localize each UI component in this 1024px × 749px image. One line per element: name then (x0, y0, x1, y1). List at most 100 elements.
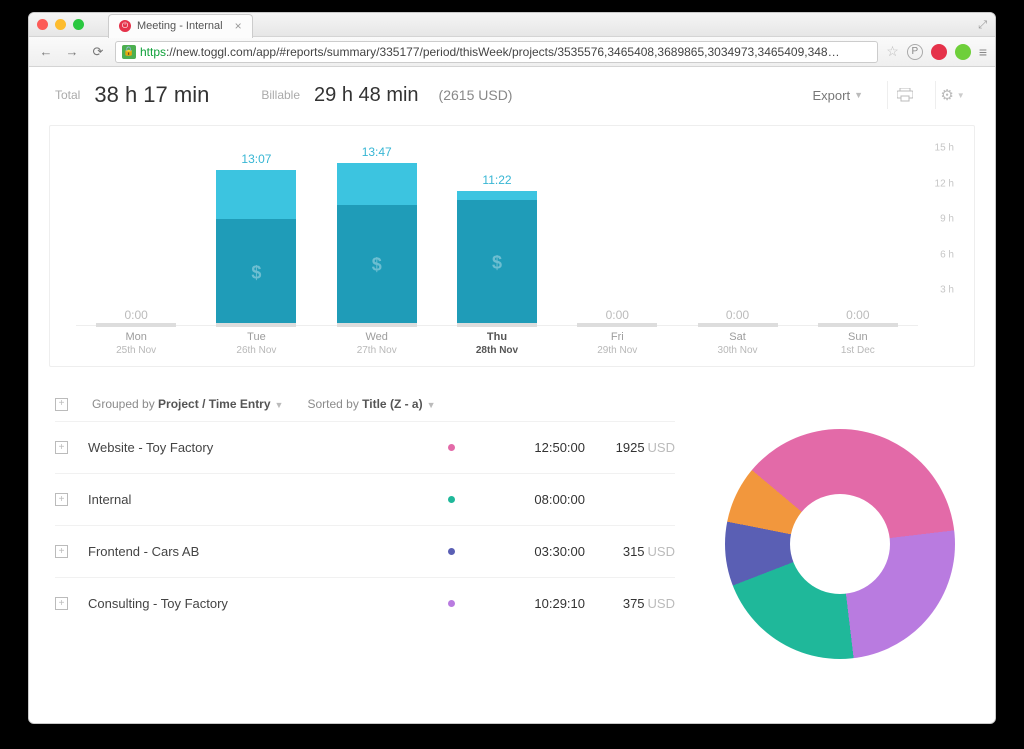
project-color-dot (448, 444, 455, 451)
window-titlebar: ⏻ Meeting - Internal × ⤢ (29, 13, 995, 37)
export-label: Export (813, 88, 851, 103)
day-name: Tue (196, 330, 316, 344)
day-name: Sun (798, 330, 918, 344)
x-axis-tick (76, 323, 196, 327)
bookmark-star-icon[interactable]: ☆ (886, 43, 899, 60)
day-date: 25th Nov (76, 344, 196, 358)
tab-close-icon[interactable]: × (235, 19, 242, 33)
table-row: +Internal08:00:00 (55, 473, 675, 525)
day-name: Wed (317, 330, 437, 344)
y-axis-tick: 15 h (935, 143, 954, 154)
day-date: 1st Dec (798, 344, 918, 358)
bar-column: 0:00 (76, 148, 196, 326)
bar-column: 0:00 (798, 148, 918, 326)
expand-row-button[interactable]: + (55, 493, 68, 506)
project-name: Frontend - Cars AB (88, 544, 448, 559)
billable-value: 29 h 48 min (314, 84, 419, 107)
bar-value-label: 0:00 (846, 308, 869, 322)
bar-value-label: 0:00 (124, 308, 147, 322)
day-name: Mon (76, 330, 196, 344)
day-date: 28th Nov (437, 344, 557, 358)
settings-button[interactable]: ⚙ ▼ (935, 81, 969, 109)
bar-billable-segment: $ (457, 200, 537, 326)
bar-value-label: 0:00 (606, 308, 629, 322)
project-time: 08:00:00 (495, 492, 585, 507)
grouped-prefix: Grouped by (92, 397, 158, 411)
day-date: 29th Nov (557, 344, 677, 358)
extension-p-icon[interactable]: P (907, 44, 923, 60)
address-bar[interactable]: 🔒 https://new.toggl.com/app/#reports/sum… (115, 41, 878, 63)
billable-label: Billable (261, 88, 300, 102)
donut-chart (725, 429, 955, 659)
reload-button[interactable]: ⟳ (89, 44, 107, 60)
extension-toggl-icon[interactable] (931, 44, 947, 60)
bar-rect: $ (216, 170, 296, 326)
dollar-icon: $ (492, 253, 502, 274)
y-axis-tick: 6 h (940, 249, 954, 260)
project-color-dot (448, 496, 455, 503)
bar-column: 13:07 $ (196, 148, 316, 326)
bar-nonbillable-segment (457, 191, 537, 200)
url-rest: ://new.toggl.com/app/#reports/summary/33… (166, 45, 840, 59)
y-axis-tick: 3 h (940, 285, 954, 296)
grouped-value: Project / Time Entry (158, 397, 270, 411)
table-row: + Frontend - Cars AB 03:30:00315USD (55, 525, 675, 577)
x-axis-tick (317, 323, 437, 327)
table-row: +Website - Toy Factory12:50:001925USD (55, 421, 675, 473)
expand-row-button[interactable]: + (55, 545, 68, 558)
y-axis-tick: 12 h (935, 178, 954, 189)
expand-all-button[interactable]: + (55, 398, 68, 411)
dollar-icon: $ (372, 255, 382, 276)
window-maximize-button[interactable] (73, 19, 84, 30)
day-date: 27th Nov (317, 344, 437, 358)
window-close-button[interactable] (37, 19, 48, 30)
project-amount: 375USD (585, 596, 675, 611)
printer-icon (897, 88, 913, 102)
bar-nonbillable-segment (337, 163, 417, 205)
bar-billable-segment: $ (337, 205, 417, 326)
day-date: 26th Nov (196, 344, 316, 358)
back-button[interactable]: ← (37, 44, 55, 59)
bar-column: 0:00 (677, 148, 797, 326)
project-time: 12:50:00 (495, 440, 585, 455)
bar-column: 0:00 (557, 148, 677, 326)
day-name: Thu (437, 330, 557, 344)
day-label: Fri29th Nov (557, 330, 677, 358)
bar-value-label: 13:07 (241, 152, 271, 166)
x-axis-tick (557, 323, 677, 327)
day-label: Mon25th Nov (76, 330, 196, 358)
chevron-down-icon: ▼ (427, 400, 436, 410)
fullscreen-icon[interactable]: ⤢ (978, 19, 987, 32)
chevron-down-icon: ▼ (275, 400, 284, 410)
project-amount: 315USD (585, 544, 675, 559)
expand-row-button[interactable]: + (55, 441, 68, 454)
donut-hole (790, 494, 890, 594)
grouped-by-dropdown[interactable]: Grouped by Project / Time Entry ▼ (92, 397, 283, 411)
print-button[interactable] (887, 81, 921, 109)
url-scheme: https (140, 45, 166, 59)
lower-section: +Website - Toy Factory12:50:001925USD+In… (29, 421, 995, 659)
project-color-dot (448, 548, 455, 555)
browser-tab[interactable]: ⏻ Meeting - Internal × (108, 14, 253, 38)
project-name: Consulting - Toy Factory (88, 596, 448, 611)
bar-billable-segment: $ (216, 219, 296, 326)
expand-row-button[interactable]: + (55, 597, 68, 610)
browser-menu-icon[interactable]: ≡ (979, 44, 987, 60)
window-minimize-button[interactable] (55, 19, 66, 30)
bar-rect: $ (337, 163, 417, 327)
x-axis-tick (437, 323, 557, 327)
project-time: 03:30:00 (495, 544, 585, 559)
export-dropdown[interactable]: Export ▼ (803, 88, 874, 103)
day-name: Fri (557, 330, 677, 344)
sorted-by-dropdown[interactable]: Sorted by Title (Z - a)▼ (307, 397, 435, 411)
forward-button[interactable]: → (63, 44, 81, 59)
bar-value-label: 11:22 (482, 173, 511, 187)
lock-icon: 🔒 (122, 45, 136, 59)
projects-table: +Website - Toy Factory12:50:001925USD+In… (29, 421, 685, 629)
page-content: Total 38 h 17 min Billable 29 h 48 min (… (29, 67, 995, 723)
x-axis-tick (798, 323, 918, 327)
chevron-down-icon: ▼ (854, 90, 863, 100)
project-name: Website - Toy Factory (88, 440, 448, 455)
extension-green-icon[interactable] (955, 44, 971, 60)
total-value: 38 h 17 min (94, 82, 209, 108)
